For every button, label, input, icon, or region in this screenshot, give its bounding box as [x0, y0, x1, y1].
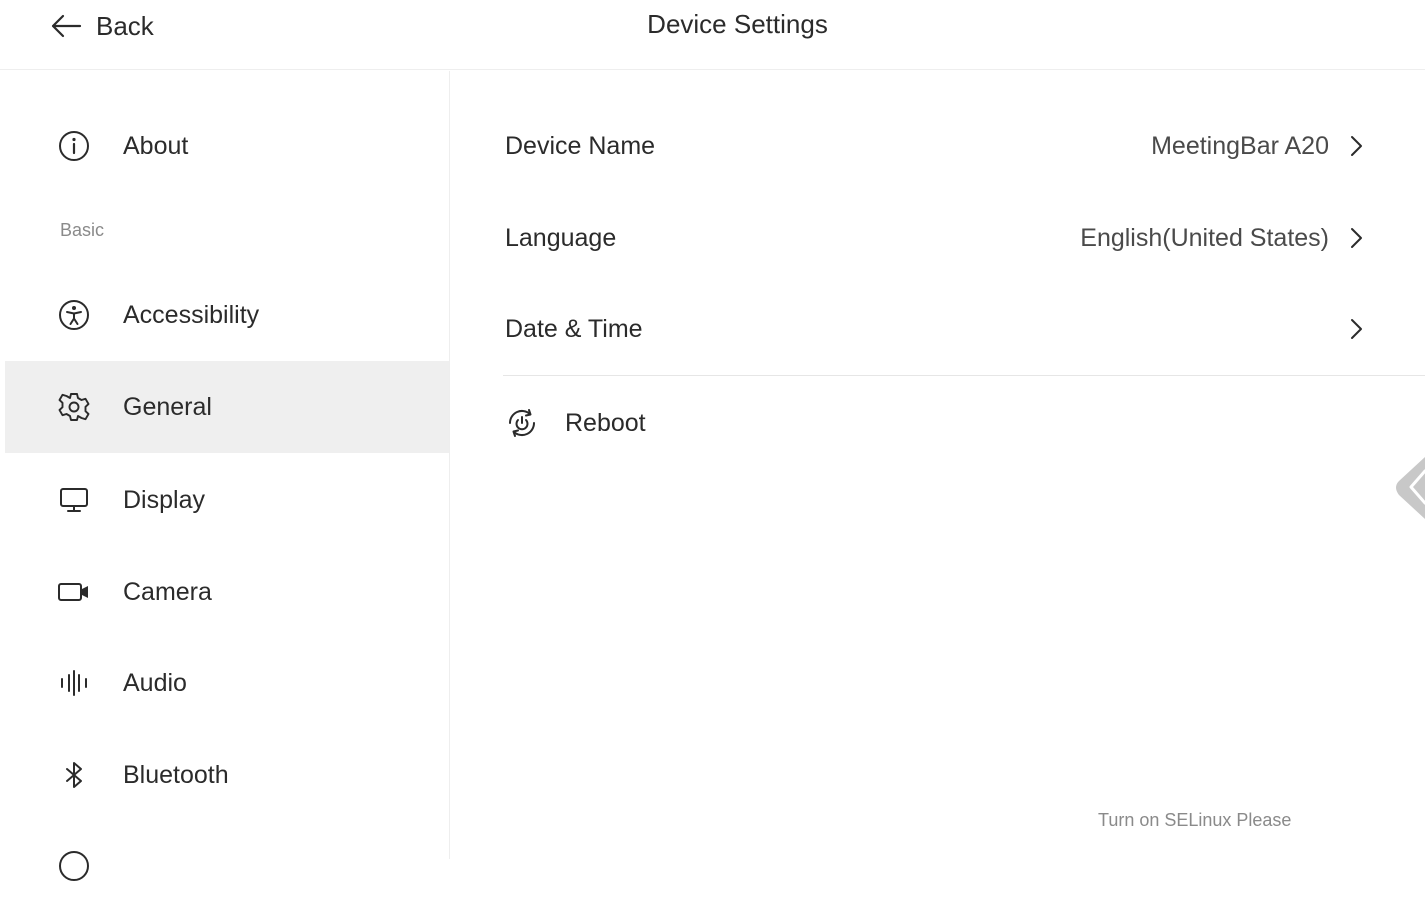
language-row[interactable]: Language English(United States) [505, 198, 1365, 278]
sidebar-item-audio[interactable]: Audio [5, 637, 449, 729]
sidebar-item-label: Display [123, 485, 205, 514]
chevron-right-icon [1347, 226, 1365, 250]
sidebar-item-display[interactable]: Display [5, 454, 449, 546]
sidebar-item-label: About [123, 131, 189, 160]
reboot-label: Reboot [565, 408, 646, 437]
camera-icon [57, 575, 91, 609]
row-value: English(United States) [1080, 223, 1329, 252]
row-label: Language [505, 223, 617, 252]
chevron-right-icon [1347, 134, 1365, 158]
section-label-basic: Basic [60, 220, 105, 240]
sidebar-item-general[interactable]: General [5, 361, 449, 453]
settings-panel: Device Name MeetingBar A20 Language Engl… [451, 71, 1425, 859]
sidebar-item-label: Camera [123, 577, 212, 606]
chevron-right-icon [1347, 317, 1365, 341]
sidebar-item-label: Audio [123, 668, 187, 697]
divider [503, 375, 1425, 376]
page-title: Device Settings [647, 9, 828, 39]
row-label: Date & Time [505, 314, 643, 343]
sidebar-item-label: Bluetooth [123, 760, 229, 789]
audio-waveform-icon [57, 666, 91, 700]
date-time-row[interactable]: Date & Time [505, 289, 1365, 369]
device-name-row[interactable]: Device Name MeetingBar A20 [505, 106, 1365, 186]
sidebar: About Basic Accessibility General Displa… [5, 71, 450, 881]
bluetooth-icon [57, 758, 91, 792]
sidebar-item-bluetooth[interactable]: Bluetooth [5, 729, 449, 821]
row-value: MeetingBar A20 [1151, 131, 1329, 160]
sidebar-item-accessibility[interactable]: Accessibility [5, 269, 449, 361]
sidebar-item-camera[interactable]: Camera [5, 546, 449, 638]
sidebar-item-label: General [123, 392, 212, 421]
info-icon [57, 129, 91, 163]
reboot-icon [505, 406, 539, 440]
edge-drawer-handle[interactable] [1389, 449, 1425, 539]
app-header: Back Device Settings [0, 0, 1425, 70]
row-label: Device Name [505, 131, 656, 160]
monitor-icon [57, 483, 91, 517]
selinux-notice: Turn on SELinux Please [1098, 810, 1292, 830]
sidebar-item-partial[interactable] [5, 821, 449, 913]
circle-icon [57, 849, 91, 883]
reboot-button[interactable]: Reboot [505, 383, 646, 463]
gear-icon [57, 390, 91, 424]
sidebar-item-label: Accessibility [123, 300, 260, 329]
sidebar-item-about[interactable]: About [5, 100, 449, 192]
accessibility-icon [57, 298, 91, 332]
